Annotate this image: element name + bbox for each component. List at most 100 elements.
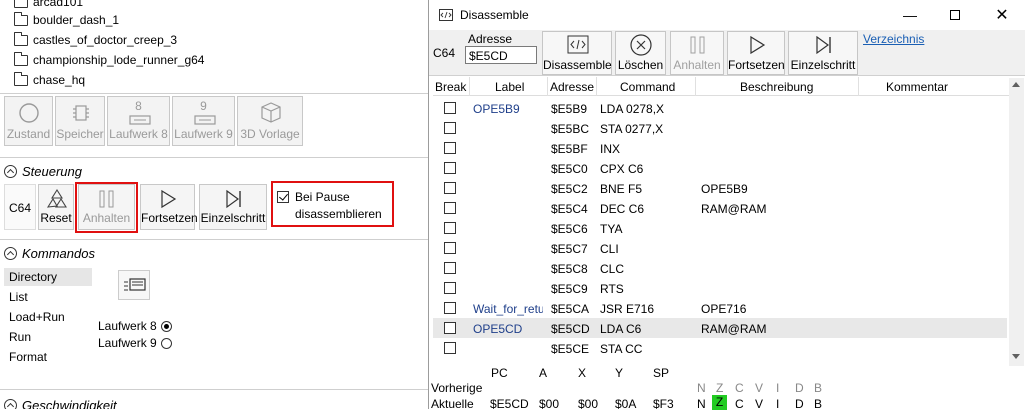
folder-icon [14,31,28,46]
breakpoint-checkbox[interactable] [444,182,456,194]
table-row[interactable]: $E5C8 CLC [433,258,1007,278]
table-row[interactable]: $E5BF INX [433,138,1007,158]
command-directory[interactable]: Directory [4,268,92,286]
col-label[interactable]: Label [495,80,524,94]
table-row[interactable]: $E5C9 RTS [433,278,1007,298]
table-row[interactable]: OPE5CD $E5CD LDA C6 RAM@RAM [433,318,1007,338]
breakpoint-checkbox[interactable] [444,142,456,154]
drive-9-radio[interactable]: Laufwerk 9 [98,336,172,350]
vertical-scrollbar[interactable] [1009,78,1024,366]
col-break[interactable]: Break [435,80,466,94]
breakpoint-checkbox[interactable] [444,302,456,314]
breakpoint-checkbox[interactable] [444,322,456,334]
step-icon [816,35,831,55]
address-label: Adresse [468,32,513,46]
pause-disassemble-checkbox[interactable] [277,191,289,206]
row-address: $E5C4 [551,202,588,216]
command-load-run[interactable]: Load+Run [4,308,65,326]
breakpoint-checkbox[interactable] [444,262,456,274]
pause-disassemble-label: Bei Pause disassemblieren [295,190,382,221]
breakpoint-checkbox[interactable] [444,102,456,114]
row-command: JSR E716 [600,302,655,316]
row-command: STA 0277,X [600,122,664,136]
loeschen-button[interactable]: Löschen [615,31,666,75]
breakpoint-checkbox[interactable] [444,342,456,354]
breakpoint-checkbox[interactable] [444,282,456,294]
close-button[interactable]: ✕ [980,0,1024,30]
row-description: OPE5B9 [701,182,748,196]
command-format[interactable]: Format [4,348,47,366]
reg-header-y: Y [615,366,624,380]
breakpoint-checkbox[interactable] [444,162,456,174]
flag-header-i: I [776,381,780,395]
table-row[interactable]: $E5C2 BNE F5 OPE5B9 [433,178,1007,198]
file-item[interactable]: boulder_dash_1 [14,10,119,30]
column-divider [695,77,696,96]
file-item[interactable]: championship_lode_runner_g64 [14,50,204,70]
fortsetzen-button[interactable]: Fortsetzen [140,184,198,230]
scroll-down-icon[interactable] [1012,354,1020,359]
folder-icon [14,71,28,86]
col-beschreibung[interactable]: Beschreibung [740,80,813,94]
col-command[interactable]: Command [620,80,675,94]
fortsetzen-button-window[interactable]: Fortsetzen [727,31,785,75]
col-kommentar[interactable]: Kommentar [886,80,948,94]
einzelschritt-button-window[interactable]: Einzelschritt [788,31,858,75]
breakpoint-checkbox[interactable] [444,242,456,254]
file-item[interactable]: castles_of_doctor_creep_3 [14,30,177,50]
table-row[interactable]: $E5C7 CLI [433,238,1007,258]
3d-vorlage-button[interactable]: 3D Vorlage [237,96,303,146]
radio-selected[interactable] [160,321,172,333]
collapse-icon[interactable] [4,246,17,260]
address-input[interactable]: $E5CD [465,46,537,64]
row-label: Wait_for_retu [473,302,543,316]
file-item[interactable]: chase_hq [14,70,85,90]
minimize-button[interactable]: — [888,0,932,30]
execute-command-button[interactable] [118,270,150,300]
checkbox[interactable] [277,191,289,203]
scroll-up-icon[interactable] [1012,82,1020,87]
anhalten-button-window[interactable]: Anhalten [670,31,724,75]
divider [0,157,428,158]
maximize-button[interactable] [933,0,977,30]
collapse-icon[interactable] [4,164,17,178]
grid-header: Break Label Adresse Command Beschreibung… [433,77,1023,96]
breakpoint-checkbox[interactable] [444,222,456,234]
laufwerk-8-button[interactable]: 8 Laufwerk 8 [107,96,170,146]
breakpoint-checkbox[interactable] [444,202,456,214]
play-icon [750,35,766,55]
table-row[interactable]: OPE5B9 $E5B9 LDA 0278,X [433,98,1007,118]
reg-header-sp: SP [653,366,670,380]
command-run[interactable]: Run [4,328,31,346]
drive-8-radio[interactable]: Laufwerk 8 [98,319,172,333]
table-row[interactable]: $E5CE STA CC [433,338,1007,358]
table-row[interactable]: $E5BC STA 0277,X [433,118,1007,138]
disassemble-button[interactable]: Disassemble [542,31,612,75]
flag-header-z: Z [716,381,724,395]
breakpoint-checkbox[interactable] [444,122,456,134]
einzelschritt-button[interactable]: Einzelschritt [199,184,267,230]
geschwindigkeit-header[interactable]: Geschwindigkeit [4,396,117,409]
col-adresse[interactable]: Adresse [550,80,594,94]
row-address: $E5CD [551,322,590,336]
collapse-icon[interactable] [4,398,17,409]
flag-header-n: N [697,381,706,395]
laufwerk-9-button[interactable]: 9 Laufwerk 9 [172,96,235,146]
speicher-button[interactable]: Speicher [55,96,105,146]
recycle-icon [46,188,67,208]
steuerung-header[interactable]: Steuerung [4,162,82,180]
reset-button[interactable]: Reset [38,184,74,230]
kommandos-header[interactable]: Kommandos [4,244,95,262]
column-divider [596,77,597,96]
title-bar[interactable]: Disassemble — ✕ [429,0,1025,30]
table-row[interactable]: $E5C0 CPX C6 [433,158,1007,178]
row-address: $E5BC [551,122,590,136]
column-divider [469,77,470,96]
radio-unselected[interactable] [160,338,172,350]
table-row[interactable]: $E5C4 DEC C6 RAM@RAM [433,198,1007,218]
zustand-button[interactable]: Zustand [4,96,53,146]
verzeichnis-link[interactable]: Verzeichnis [863,32,924,46]
command-list[interactable]: List [4,288,28,306]
table-row[interactable]: $E5C6 TYA [433,218,1007,238]
table-row[interactable]: Wait_for_retu $E5CA JSR E716 OPE716 [433,298,1007,318]
